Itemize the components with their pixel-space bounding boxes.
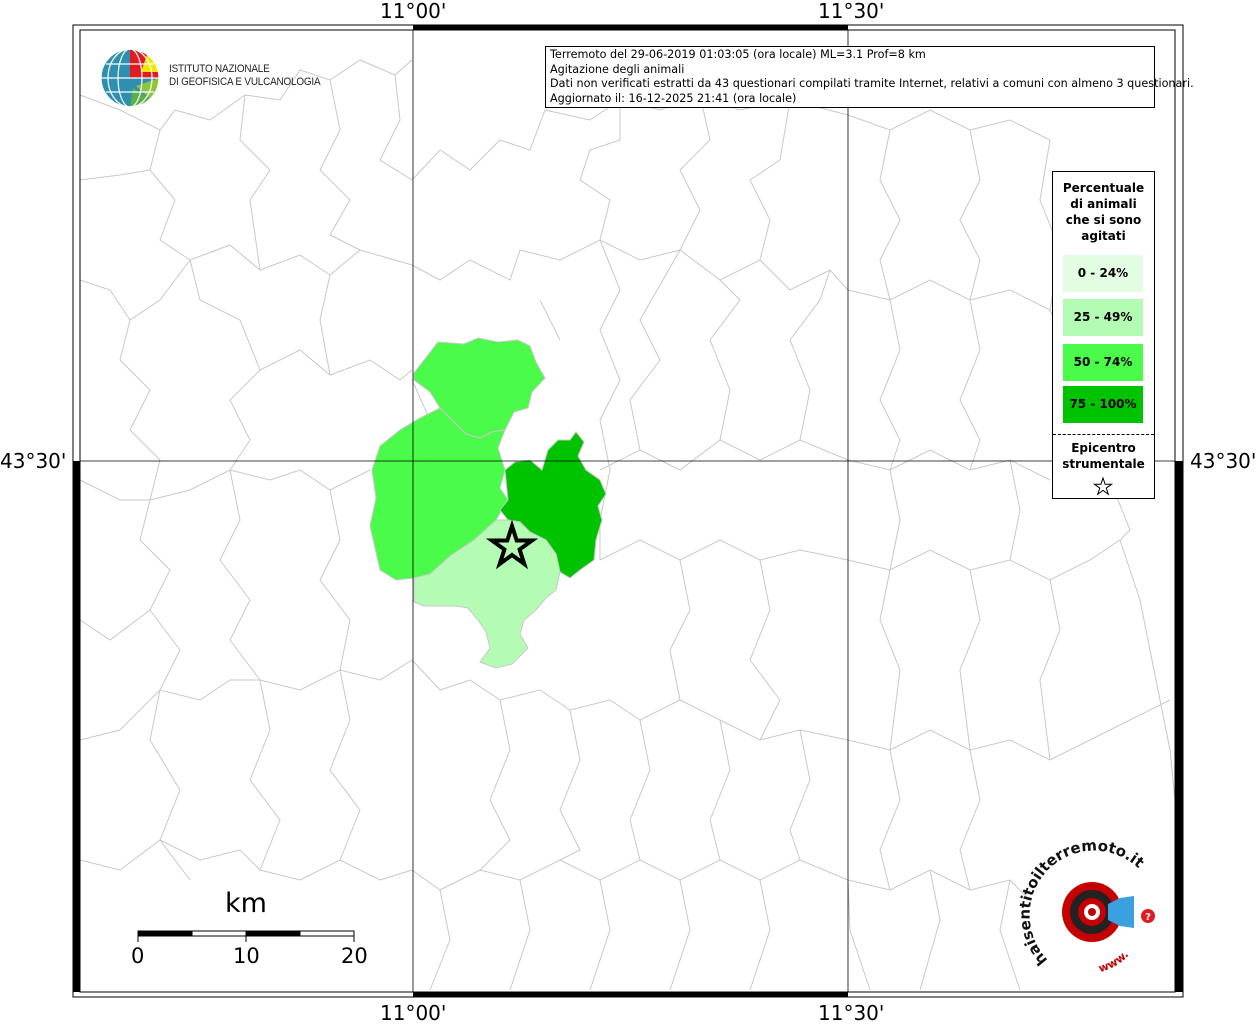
legend: Percentuale di animali che si sono agita… [1052, 171, 1155, 499]
scale-title: km [225, 888, 267, 919]
scale-label-10: 10 [233, 944, 260, 968]
legend-epicenter-line: Epicentro [1071, 441, 1136, 455]
legend-title: Percentuale di animali che si sono agita… [1053, 180, 1154, 244]
legend-star-icon [1092, 476, 1114, 496]
svg-text:?: ? [1145, 912, 1151, 923]
hsit-www: www. [1097, 948, 1131, 975]
right-latitude-label: 43°30' [1190, 449, 1256, 473]
info-line-data-source: Dati non verificati estratti da 43 quest… [550, 77, 1194, 91]
top-longitude-label-1: 11°00' [380, 0, 447, 23]
municipal-boundaries [79, 59, 1176, 991]
legend-separator [1053, 434, 1154, 435]
top-longitude-label-2: 11°30' [818, 0, 885, 23]
legend-class-25-49: 25 - 49% [1063, 299, 1143, 336]
bottom-longitude-label-1: 11°00' [380, 1001, 447, 1025]
haisentito-logo-icon: ? haisentitoilterremoto.it www. [1016, 836, 1155, 975]
scale-bar [137, 930, 355, 942]
left-latitude-label: 43°30' [0, 449, 67, 473]
legend-title-line: di animali [1070, 197, 1137, 211]
scale-label-0: 0 [131, 944, 145, 968]
info-line-subject: Agitazione degli animali [550, 62, 685, 76]
info-line-event: Terremoto del 29-06-2019 01:03:05 (ora l… [550, 48, 926, 61]
legend-epicenter-label: Epicentro strumentale [1053, 440, 1154, 472]
legend-class-75-100: 75 - 100% [1063, 386, 1143, 423]
ingv-line1: ISTITUTO NAZIONALE [169, 63, 270, 75]
map-frame [72, 24, 1184, 998]
frame-ticks [73, 25, 1183, 997]
ingv-logo-text: ISTITUTO NAZIONALE DI GEOFISICA E VULCAN… [169, 63, 321, 89]
legend-title-line: che si sono [1065, 213, 1142, 227]
ingv-line2: DI GEOFISICA E VULCANOLOGIA [169, 76, 321, 88]
earthquake-info-box: Terremoto del 29-06-2019 01:03:05 (ora l… [545, 46, 1194, 108]
map-canvas: ? haisentitoilterremoto.it www. [72, 24, 1184, 998]
bottom-longitude-label-2: 11°30' [818, 1001, 885, 1025]
choropleth-municipalities [369, 337, 607, 669]
scale-label-20: 20 [341, 944, 368, 968]
legend-title-line: Percentuale [1062, 181, 1145, 195]
legend-title-line: agitati [1081, 229, 1126, 243]
graticule [80, 30, 1175, 992]
legend-class-0-24: 0 - 24% [1063, 255, 1143, 292]
legend-class-50-74: 50 - 74% [1063, 344, 1143, 381]
legend-epicenter-line: strumentale [1062, 457, 1145, 471]
info-line-updated: Aggiornato il: 16-12-2025 21:41 (ora loc… [550, 91, 797, 105]
ingv-globe-icon [100, 48, 160, 108]
svg-text:www.: www. [1097, 948, 1131, 975]
